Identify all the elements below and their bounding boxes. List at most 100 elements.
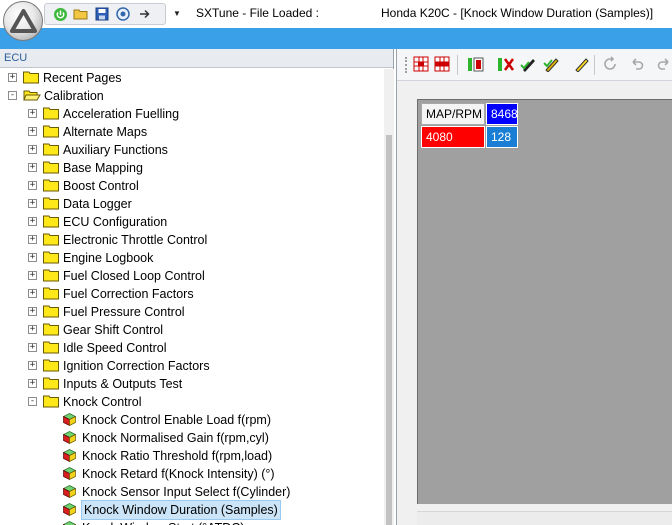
tree-item-label: Knock Control xyxy=(63,395,142,409)
expand-icon[interactable]: + xyxy=(28,199,37,208)
expand-icon[interactable]: + xyxy=(28,217,37,226)
toolbar-separator xyxy=(594,55,595,75)
tree-item[interactable]: + Inputs & Outputs Test xyxy=(0,375,384,393)
tree-item[interactable]: - Calibration xyxy=(0,87,384,105)
save-icon[interactable] xyxy=(93,5,111,23)
expand-icon[interactable]: + xyxy=(8,73,17,82)
map-editor-panel: MAP/RPM 8468 4080 128 xyxy=(396,49,672,525)
green-bar-icon[interactable] xyxy=(467,56,485,74)
horizontal-scrollbar[interactable] xyxy=(417,511,672,525)
pencil-icon[interactable] xyxy=(573,56,591,74)
document-title: Honda K20C - [Knock Window Duration (Sam… xyxy=(381,6,654,20)
expand-icon[interactable]: + xyxy=(28,145,37,154)
tree-item[interactable]: + Fuel Correction Factors xyxy=(0,285,384,303)
tree-item[interactable]: + Ignition Correction Factors xyxy=(0,357,384,375)
tree-item[interactable]: + Engine Logbook xyxy=(0,249,384,267)
collapse-icon[interactable]: - xyxy=(8,91,17,100)
pencil-check-yellow-icon[interactable] xyxy=(543,56,561,74)
folder-icon xyxy=(23,71,40,87)
folder-icon xyxy=(43,395,60,411)
customize-toolbar-dropdown-icon[interactable]: ▼ xyxy=(172,7,182,19)
toolbar-separator xyxy=(457,55,458,75)
tree-item-label: Knock Window Duration (Samples) xyxy=(81,500,281,520)
tree-item[interactable]: + Recent Pages xyxy=(0,69,384,87)
tree-item[interactable]: Knock Retard f(Knock Intensity) (°) xyxy=(0,465,384,483)
expand-icon[interactable]: + xyxy=(28,307,37,316)
tree-item-label: Knock Retard f(Knock Intensity) (°) xyxy=(82,467,275,481)
app-logo-button[interactable] xyxy=(3,1,43,41)
folder-icon xyxy=(43,107,60,123)
search-icon[interactable] xyxy=(114,5,132,23)
expand-icon[interactable]: + xyxy=(28,181,37,190)
refresh-icon[interactable] xyxy=(602,56,620,74)
expand-icon[interactable]: + xyxy=(28,127,37,136)
tree-item[interactable]: + Gear Shift Control xyxy=(0,321,384,339)
tree-item[interactable]: Knock Window Start (°ATDC) xyxy=(0,519,384,525)
tree-item[interactable]: + Alternate Maps xyxy=(0,123,384,141)
expand-icon[interactable]: + xyxy=(28,289,37,298)
folder-icon xyxy=(43,233,60,249)
tree-item[interactable]: + Fuel Pressure Control xyxy=(0,303,384,321)
tree-item[interactable]: Knock Ratio Threshold f(rpm,load) xyxy=(0,447,384,465)
tree-item[interactable]: Knock Window Duration (Samples) xyxy=(0,500,384,520)
folder-icon xyxy=(43,197,60,213)
folder-icon xyxy=(43,125,60,141)
expand-icon[interactable]: + xyxy=(28,235,37,244)
expand-icon[interactable]: + xyxy=(28,253,37,262)
title-bar: ▼ SXTune - File Loaded : Honda K20C - [K… xyxy=(0,0,672,41)
tree-item[interactable]: + Auxiliary Functions xyxy=(0,141,384,159)
expand-icon[interactable]: + xyxy=(28,271,37,280)
expand-icon[interactable]: + xyxy=(28,361,37,370)
tree-item-label: Acceleration Fuelling xyxy=(63,107,180,121)
triangle-logo-icon xyxy=(10,9,37,33)
tree-item[interactable]: + Fuel Closed Loop Control xyxy=(0,267,384,285)
tree-item[interactable]: + Boost Control xyxy=(0,177,384,195)
tree-item-label: Recent Pages xyxy=(43,71,122,85)
folder-icon xyxy=(43,305,60,321)
rpm-axis-cell[interactable]: 8468 xyxy=(486,103,518,125)
red-grid-down-icon[interactable] xyxy=(413,56,431,74)
tree-item[interactable]: + Acceleration Fuelling xyxy=(0,105,384,123)
table-value-cell[interactable]: 128 xyxy=(486,126,518,148)
tree-item[interactable]: + Idle Speed Control xyxy=(0,339,384,357)
ecu-tree-panel: ECU + Recent Pages - Calibration + Accelerati… xyxy=(0,49,394,525)
folder-icon xyxy=(43,215,60,231)
folder-icon xyxy=(43,179,60,195)
red-x-icon[interactable] xyxy=(497,56,515,74)
expand-icon[interactable]: + xyxy=(28,109,37,118)
quick-access-toolbar xyxy=(44,3,166,25)
tree-scrollbar[interactable] xyxy=(384,69,394,525)
folder-icon xyxy=(43,251,60,267)
expand-icon[interactable]: + xyxy=(28,163,37,172)
tree-item[interactable]: + Electronic Throttle Control xyxy=(0,231,384,249)
toolbar-grip[interactable] xyxy=(405,57,408,73)
map-axis-cell[interactable]: 4080 xyxy=(421,126,485,148)
map-cube-icon xyxy=(62,413,77,429)
power-icon[interactable] xyxy=(51,5,69,23)
tree-item[interactable]: Knock Control Enable Load f(rpm) xyxy=(0,411,384,429)
collapse-icon[interactable]: - xyxy=(28,397,37,406)
folder-icon xyxy=(43,269,60,285)
tree-item-label: Auxiliary Functions xyxy=(63,143,168,157)
redo-icon[interactable] xyxy=(656,56,672,74)
tree-item[interactable]: Knock Normalised Gain f(rpm,cyl) xyxy=(0,429,384,447)
ecu-tree: + Recent Pages - Calibration + Acceleration F… xyxy=(0,69,384,525)
folder-icon xyxy=(43,377,60,393)
open-folder-icon[interactable] xyxy=(72,5,90,23)
forward-icon[interactable] xyxy=(135,5,153,23)
expand-icon[interactable]: + xyxy=(28,325,37,334)
tree-item-label: Knock Sensor Input Select f(Cylinder) xyxy=(82,485,291,499)
tree-item[interactable]: + Data Logger xyxy=(0,195,384,213)
tree-item[interactable]: - Knock Control xyxy=(0,393,384,411)
expand-icon[interactable]: + xyxy=(28,379,37,388)
tree-item-label: Electronic Throttle Control xyxy=(63,233,208,247)
scrollbar-thumb[interactable] xyxy=(386,135,392,525)
expand-icon[interactable]: + xyxy=(28,343,37,352)
tree-item[interactable]: Knock Sensor Input Select f(Cylinder) xyxy=(0,483,384,501)
pencil-check-icon[interactable] xyxy=(520,56,538,74)
red-grid-up-icon[interactable] xyxy=(434,56,452,74)
tree-item-label: Knock Control Enable Load f(rpm) xyxy=(82,413,271,427)
tree-item[interactable]: + Base Mapping xyxy=(0,159,384,177)
tree-item[interactable]: + ECU Configuration xyxy=(0,213,384,231)
undo-icon[interactable] xyxy=(629,56,647,74)
